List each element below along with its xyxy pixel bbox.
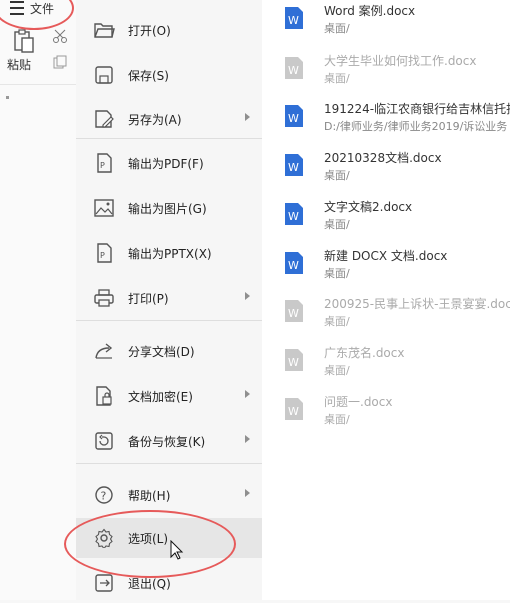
- submenu-arrow-icon: [245, 390, 250, 398]
- copy-icon[interactable]: [52, 54, 68, 70]
- menu-item-label: 打开(O): [128, 23, 171, 38]
- menu-item-backup[interactable]: 备份与恢复(K): [76, 421, 262, 461]
- paste-icon[interactable]: [12, 28, 36, 54]
- menu-item-open[interactable]: 打开(O): [76, 10, 262, 50]
- word-document-icon: W: [285, 398, 303, 420]
- menu-item-label: 帮助(H): [128, 488, 171, 503]
- menu-divider: [76, 463, 262, 464]
- backup-icon: [92, 429, 116, 453]
- menu-item-label: 保存(S): [128, 68, 169, 83]
- file-path: 桌面/: [324, 169, 350, 182]
- annotation-circle-options: [64, 510, 236, 578]
- svg-text:W: W: [288, 210, 299, 223]
- menu-item-export-pdf[interactable]: P 输出为PDF(F): [76, 143, 262, 183]
- recent-files-panel: W Word 案例.docx 桌面/ W 大学生毕业如何找工作.docx 桌面/…: [262, 0, 510, 600]
- recent-file-item[interactable]: W 广东茂名.docx 桌面/: [284, 342, 510, 384]
- svg-text:W: W: [288, 405, 299, 418]
- recent-file-item[interactable]: W 20210328文档.docx 桌面/: [284, 147, 510, 189]
- file-name: 200925-民事上诉状-王景宴宴.doc: [324, 297, 510, 311]
- menu-item-label: 输出为PPTX(X): [128, 246, 212, 261]
- app-toolbar-strip: 文件 粘贴: [0, 0, 77, 600]
- paste-button-label[interactable]: 粘贴: [7, 56, 31, 73]
- print-icon: [92, 286, 116, 310]
- menu-item-label: 另存为(A): [128, 112, 182, 127]
- menu-item-label: 输出为图片(G): [128, 201, 207, 216]
- file-path: 桌面/: [324, 413, 350, 426]
- export-image-icon: [92, 196, 116, 220]
- svg-text:?: ?: [101, 490, 107, 503]
- word-document-icon: W: [285, 7, 303, 29]
- file-name: Word 案例.docx: [324, 4, 416, 18]
- menu-item-export-image[interactable]: 输出为图片(G): [76, 188, 262, 228]
- menu-item-label: 输出为PDF(F): [128, 156, 204, 171]
- file-name: 新建 DOCX 文档.docx: [324, 249, 448, 263]
- submenu-arrow-icon: [245, 292, 250, 300]
- export-pptx-icon: P: [92, 241, 116, 265]
- toolbar-divider: [0, 84, 76, 85]
- svg-text:P: P: [100, 161, 105, 170]
- word-document-icon: W: [285, 105, 303, 127]
- menu-divider: [76, 138, 262, 139]
- file-name: 问题一.docx: [324, 395, 393, 409]
- cut-icon[interactable]: [52, 28, 68, 44]
- file-name: 广东茂名.docx: [324, 346, 405, 360]
- menu-item-label: 分享文档(D): [128, 344, 195, 359]
- file-name: 大学生毕业如何找工作.docx: [324, 54, 477, 68]
- file-path: 桌面/: [324, 315, 350, 328]
- recent-file-item[interactable]: W 191224-临江农商银行给吉林信托指 D:/律师业务/律师业务2019/诉…: [284, 98, 510, 140]
- menu-item-export-pptx[interactable]: P 输出为PPTX(X): [76, 233, 262, 273]
- file-name: 20210328文档.docx: [324, 151, 442, 165]
- menu-item-print[interactable]: 打印(P): [76, 278, 262, 318]
- word-document-icon: W: [285, 252, 303, 274]
- submenu-arrow-icon: [245, 113, 250, 121]
- menu-item-label: 备份与恢复(K): [128, 434, 206, 449]
- recent-file-item[interactable]: W Word 案例.docx 桌面/: [284, 0, 510, 42]
- submenu-arrow-icon: [245, 435, 250, 443]
- file-path: 桌面/: [324, 22, 350, 35]
- word-document-icon: W: [285, 349, 303, 371]
- file-name: 191224-临江农商银行给吉林信托指: [324, 102, 510, 116]
- file-path: 桌面/: [324, 364, 350, 377]
- file-path: 桌面/: [324, 218, 350, 231]
- export-pdf-icon: P: [92, 151, 116, 175]
- word-document-icon: W: [285, 300, 303, 322]
- svg-text:W: W: [288, 64, 299, 77]
- menu-divider: [76, 320, 262, 321]
- file-name: 文字文稿2.docx: [324, 200, 413, 214]
- word-document-icon: W: [285, 57, 303, 79]
- word-document-icon: W: [285, 203, 303, 225]
- menu-item-encrypt[interactable]: 文档加密(E): [76, 376, 262, 416]
- menu-item-label: 打印(P): [128, 291, 169, 306]
- recent-file-item[interactable]: W 问题一.docx 桌面/: [284, 391, 510, 433]
- svg-text:W: W: [288, 259, 299, 272]
- menu-item-save-as[interactable]: 另存为(A): [76, 99, 262, 139]
- help-icon: ?: [92, 483, 116, 507]
- submenu-arrow-icon: [245, 489, 250, 497]
- recent-file-item[interactable]: W 200925-民事上诉状-王景宴宴.doc 桌面/: [284, 293, 510, 335]
- folder-open-icon: [92, 18, 116, 42]
- save-icon: [92, 63, 116, 87]
- file-path: D:/律师业务/律师业务2019/诉讼业务: [324, 120, 508, 133]
- svg-text:W: W: [288, 307, 299, 320]
- menu-item-label: 文档加密(E): [128, 389, 193, 404]
- ruler-mark: [6, 96, 9, 99]
- menu-item-help[interactable]: ? 帮助(H): [76, 475, 262, 515]
- mouse-cursor-icon: [170, 540, 184, 560]
- file-path: 桌面/: [324, 72, 350, 85]
- menu-item-share[interactable]: 分享文档(D): [76, 331, 262, 371]
- recent-file-item[interactable]: W 新建 DOCX 文档.docx 桌面/: [284, 245, 510, 287]
- save-as-icon: [92, 107, 116, 131]
- menu-item-save[interactable]: 保存(S): [76, 55, 262, 95]
- svg-text:W: W: [288, 112, 299, 125]
- encrypt-icon: [92, 384, 116, 408]
- svg-text:P: P: [100, 251, 105, 260]
- svg-text:W: W: [288, 161, 299, 174]
- recent-file-item[interactable]: W 文字文稿2.docx 桌面/: [284, 196, 510, 238]
- file-path: 桌面/: [324, 267, 350, 280]
- share-icon: [92, 339, 116, 363]
- svg-text:W: W: [288, 14, 299, 27]
- svg-text:W: W: [288, 356, 299, 369]
- recent-file-item[interactable]: W 大学生毕业如何找工作.docx 桌面/: [284, 50, 510, 92]
- word-document-icon: W: [285, 154, 303, 176]
